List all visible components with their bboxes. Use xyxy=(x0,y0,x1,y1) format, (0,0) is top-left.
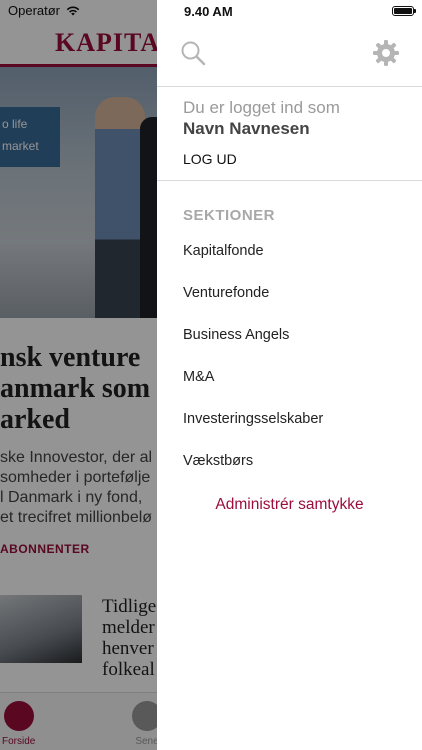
menu-item-m-and-a[interactable]: M&A xyxy=(183,369,214,385)
menu-item-business-angels[interactable]: Business Angels xyxy=(183,327,289,343)
sections-title: SEKTIONER xyxy=(183,207,276,224)
status-bar: 9.40 AM xyxy=(157,0,422,24)
menu-item-venturefonde[interactable]: Venturefonde xyxy=(183,285,269,301)
status-time: 9.40 AM xyxy=(184,4,233,19)
battery-icon xyxy=(392,6,416,16)
logged-in-label: Du er logget ind som xyxy=(183,98,340,117)
menu-item-vaekstboers[interactable]: Vækstbørs xyxy=(183,453,253,469)
user-name: Navn Navnesen xyxy=(183,119,310,138)
gear-icon[interactable] xyxy=(372,39,400,67)
manage-consent-link[interactable]: Administrér samtykke xyxy=(157,496,422,514)
divider xyxy=(157,180,422,181)
menu-item-investeringsselskaber[interactable]: Investeringsselskaber xyxy=(183,411,323,427)
divider xyxy=(157,86,422,87)
logout-button[interactable]: LOG UD xyxy=(183,151,237,167)
search-icon[interactable] xyxy=(180,40,206,66)
side-menu: 9.40 AM Du er logget ind som Navn Navnes… xyxy=(157,0,422,750)
menu-item-kapitalfonde[interactable]: Kapitalfonde xyxy=(183,243,264,259)
